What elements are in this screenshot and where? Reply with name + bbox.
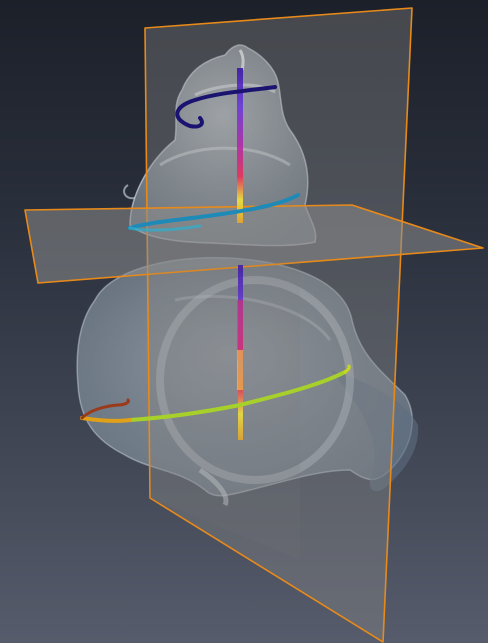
second-slice-plane[interactable]	[150, 262, 300, 560]
3d-viewport[interactable]	[0, 0, 488, 643]
3d-scene[interactable]	[0, 0, 488, 643]
